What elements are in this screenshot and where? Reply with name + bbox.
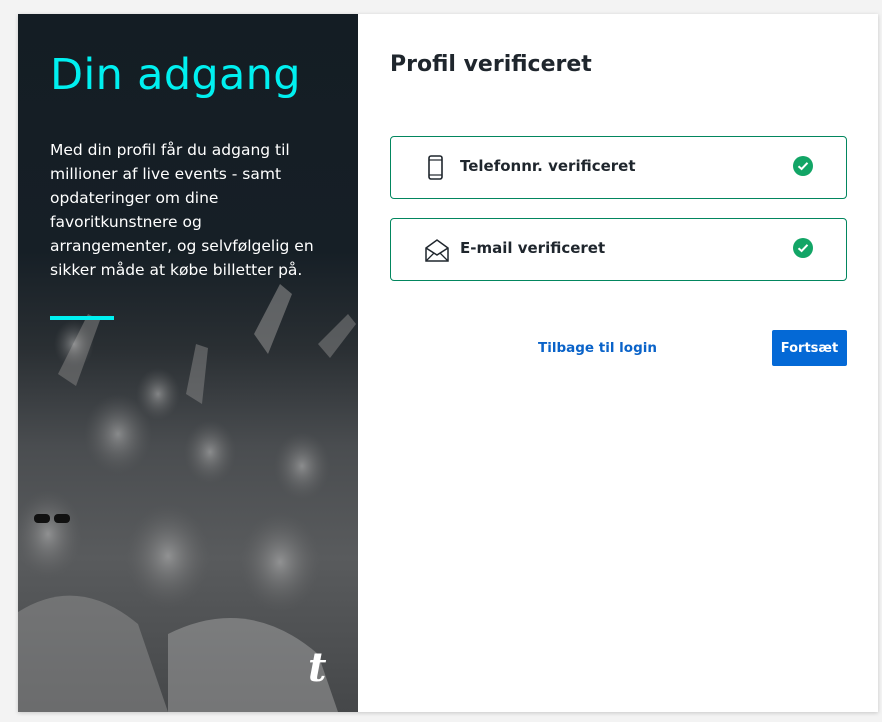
phone-verification-row: Telefonnr. verificeret [390, 136, 847, 199]
check-icon [793, 156, 813, 176]
continue-button[interactable]: Fortsæt [772, 330, 847, 366]
crowd-photo [18, 284, 356, 712]
page-title: Profil verificeret [390, 52, 592, 77]
accent-divider [50, 316, 114, 320]
verification-card: Din adgang Med din profil får du adgang … [18, 14, 878, 712]
phone-icon [425, 155, 447, 181]
promo-panel: Din adgang Med din profil får du adgang … [18, 14, 358, 712]
promo-description: Med din profil får du adgang til million… [50, 141, 314, 279]
brand-logo: t [308, 644, 327, 691]
email-verification-row: E-mail verificeret [390, 218, 847, 281]
promo-title: Din adgang [50, 50, 301, 100]
email-verified-label: E-mail verificeret [460, 239, 606, 257]
check-icon [793, 238, 813, 258]
back-to-login-link[interactable]: Tilbage til login [538, 340, 657, 356]
main-panel: Profil verificeret Telefonnr. verificere… [358, 14, 878, 712]
phone-verified-label: Telefonnr. verificeret [460, 157, 636, 175]
envelope-icon [425, 237, 449, 263]
